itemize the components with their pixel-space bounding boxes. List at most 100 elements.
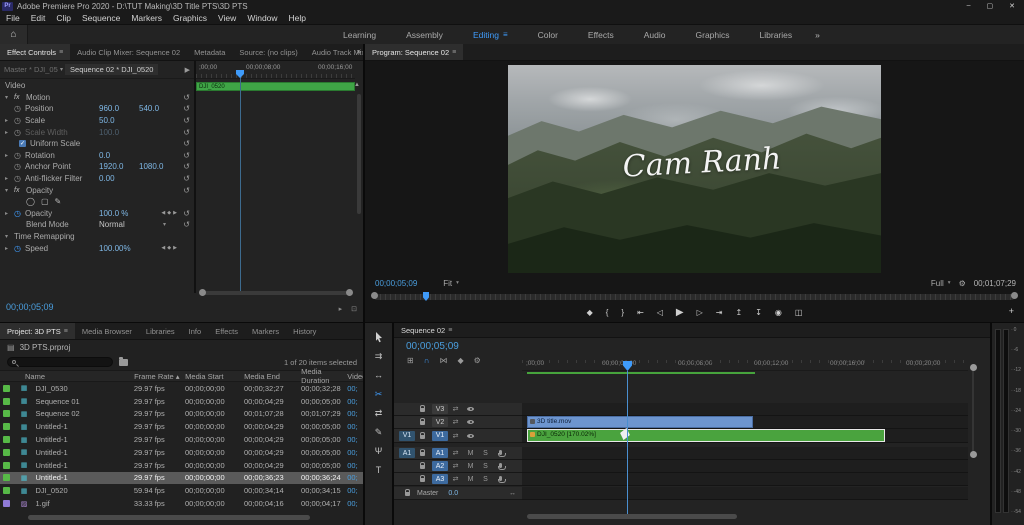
rect-mask-icon[interactable]: ▢ [41, 197, 49, 206]
menu-sequence[interactable]: Sequence [82, 13, 120, 23]
close-button[interactable]: ✕ [1009, 2, 1015, 10]
sync-lock-icon[interactable]: ⇄ [448, 449, 463, 457]
timeline-ruler[interactable]: ;00;00 00;00;04;00 00;00;08;00 00;00;12;… [522, 359, 968, 371]
tab-info[interactable]: Info [182, 323, 209, 339]
chevron-down-icon[interactable]: ▾ [60, 66, 63, 73]
razor-tool[interactable]: ✂ [375, 388, 383, 400]
timeline-timecode[interactable]: 00;00;05;09 [406, 341, 459, 352]
expand-icon[interactable]: ▸ [5, 129, 14, 136]
linked-selection-icon[interactable]: ⋈ [439, 356, 447, 365]
mute-button[interactable]: M [463, 463, 478, 470]
chevron-down-icon[interactable]: ▾ [163, 221, 166, 228]
zoom-level-dropdown[interactable]: Fit ▾ [443, 279, 459, 288]
expand-icon[interactable]: ▸ [5, 175, 14, 182]
position-y-value[interactable]: 540.0 [139, 104, 159, 113]
column-media-end[interactable]: Media End [244, 372, 301, 381]
tab-history[interactable]: History [286, 323, 323, 339]
label-color-chip[interactable] [3, 448, 11, 456]
workspace-tab-color[interactable]: Color [523, 30, 573, 40]
mute-button[interactable]: M [463, 450, 478, 457]
expand-icon[interactable]: ▸ [5, 152, 14, 159]
extract-icon[interactable]: ↧ [755, 308, 762, 317]
label-color-chip[interactable] [3, 461, 11, 469]
workspace-tab-graphics[interactable]: Graphics [681, 30, 745, 40]
speed-value[interactable]: 100.00% [99, 244, 131, 253]
horizontal-scrollbar[interactable] [28, 515, 310, 520]
menu-file[interactable]: File [6, 13, 20, 23]
workspace-tab-libraries[interactable]: Libraries [745, 30, 808, 40]
anti-flicker-value[interactable]: 0.00 [99, 174, 115, 183]
track-lane-a3[interactable] [522, 473, 968, 486]
ec-row-anchor-point[interactable]: ◷ Anchor Point 1920.0 1080.0 ↺ [0, 161, 194, 173]
maximize-button[interactable]: ▢ [987, 2, 994, 10]
workspace-tab-assembly[interactable]: Assembly [391, 30, 458, 40]
effect-controls-timecode[interactable]: 00;00;05;09 [6, 302, 54, 312]
tab-markers[interactable]: Markers [245, 323, 286, 339]
mark-out-icon[interactable]: } [621, 308, 624, 317]
workspace-tab-editing[interactable]: Editing ≡ [458, 30, 523, 40]
tab-audio-clip-mixer[interactable]: Audio Clip Mixer: Sequence 02 [70, 44, 187, 60]
workspace-tab-audio[interactable]: Audio [629, 30, 681, 40]
next-keyframe-icon[interactable]: ▶ [173, 210, 177, 216]
track-target-a3[interactable]: A3 [432, 474, 448, 484]
sync-lock-icon[interactable]: ⇄ [448, 462, 463, 470]
hand-tool[interactable]: Ψ [375, 445, 383, 457]
timeline-settings-wrench-icon[interactable]: ⚙ [474, 356, 481, 365]
expand-icon[interactable]: ▸ [5, 117, 14, 124]
go-to-in-icon[interactable]: ⇤ [637, 308, 644, 317]
tab-sequence-02[interactable]: Sequence 02 ≡ [394, 323, 459, 337]
ec-row-motion[interactable]: ▾ fx Motion ↺ [0, 92, 194, 104]
home-icon[interactable]: ⌂ [0, 25, 28, 44]
track-target-v2[interactable]: V2 [432, 417, 448, 427]
menu-clip[interactable]: Clip [56, 13, 71, 23]
ellipse-mask-icon[interactable]: ◯ [26, 197, 35, 206]
effect-controls-clip-bar[interactable]: DJI_0520 [196, 82, 355, 91]
stopwatch-icon[interactable]: ◷ [14, 116, 25, 125]
add-keyframe-icon[interactable]: ◆ [167, 245, 171, 251]
reset-icon[interactable]: ↺ [183, 209, 190, 218]
clip-dji-0520[interactable]: DJI_0520 [170.02%] [527, 429, 885, 442]
source-patch-v1[interactable]: V1 [399, 430, 415, 441]
opacity-value[interactable]: 100.0 % [99, 209, 128, 218]
ec-row-rotation[interactable]: ▸ ◷ Rotation 0.0 ↺ [0, 150, 194, 162]
program-scrubber[interactable] [371, 292, 1018, 301]
program-video-preview[interactable]: Cam Ranh [508, 65, 881, 273]
tab-audio-track-mixer[interactable]: Audio Track Mixer: Se [305, 44, 363, 60]
export-frame-icon[interactable]: ◉ [775, 308, 782, 317]
next-keyframe-icon[interactable]: ▶ [173, 245, 177, 251]
tab-media-browser[interactable]: Media Browser [75, 323, 139, 339]
position-x-value[interactable]: 960.0 [99, 104, 119, 113]
expand-arrow-icon[interactable]: ▶ [185, 66, 194, 74]
solo-button[interactable]: S [478, 476, 493, 483]
track-target-a2[interactable]: A2 [432, 461, 448, 471]
panel-overflow-icon[interactable]: » [357, 47, 361, 56]
table-row[interactable]: ▦ DJI_0530 29.97 fps 00;00;00;00 00;00;3… [0, 382, 363, 395]
playhead-line[interactable] [240, 71, 241, 294]
slip-tool[interactable]: ⇄ [375, 407, 383, 419]
panel-options-icon[interactable]: ⊡ [351, 305, 357, 313]
menu-window[interactable]: Window [247, 13, 277, 23]
track-select-forward-tool[interactable]: ⇉ [375, 350, 383, 362]
sync-lock-icon[interactable]: ⇄ [448, 432, 463, 440]
minimize-button[interactable]: – [967, 2, 971, 10]
tab-libraries[interactable]: Libraries [139, 323, 182, 339]
panel-menu-icon[interactable]: ≡ [448, 327, 452, 334]
sync-lock-icon[interactable]: ⇄ [448, 405, 463, 413]
reset-icon[interactable]: ↺ [183, 139, 190, 148]
horizontal-scrollbar[interactable] [527, 514, 737, 519]
reset-icon[interactable]: ↺ [183, 128, 190, 137]
track-target-a1[interactable]: A1 [432, 448, 448, 458]
label-color-chip[interactable] [3, 436, 11, 444]
step-forward-icon[interactable]: ▷ [697, 308, 703, 317]
menu-edit[interactable]: Edit [31, 13, 46, 23]
stopwatch-icon[interactable]: ◷ [14, 244, 25, 253]
collapse-icon[interactable]: ▾ [5, 233, 14, 240]
step-back-icon[interactable]: ◁ [657, 308, 663, 317]
column-video[interactable]: Video [347, 372, 363, 381]
reset-icon[interactable]: ↺ [183, 162, 190, 171]
scale-value[interactable]: 50.0 [99, 116, 115, 125]
collapse-icon[interactable]: ▾ [5, 94, 14, 101]
menu-view[interactable]: View [218, 13, 236, 23]
stopwatch-icon[interactable]: ◷ [14, 162, 25, 171]
sequence-clip-tab[interactable]: Sequence 02 * DJI_0520 [65, 64, 159, 75]
